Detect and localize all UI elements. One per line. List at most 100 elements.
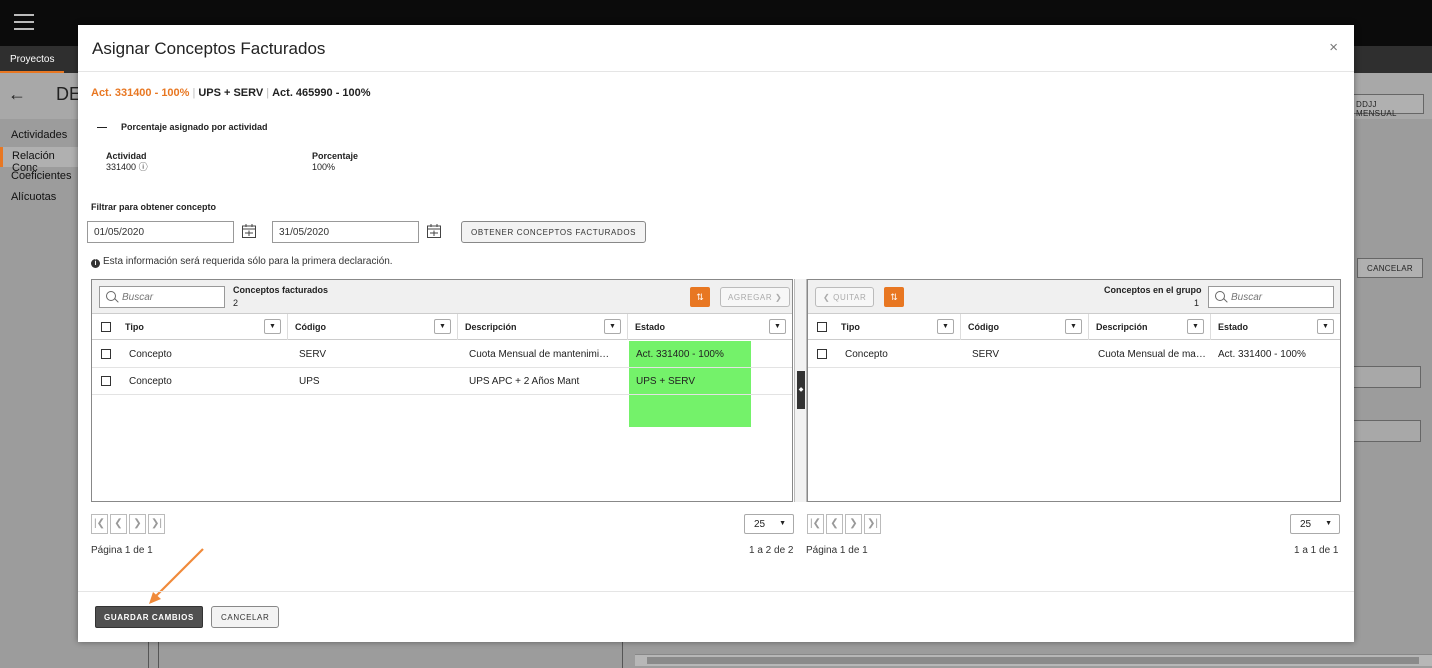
divider bbox=[148, 642, 149, 668]
column-header-descripcion[interactable]: Descripción ▼ bbox=[1089, 314, 1211, 340]
date-to-input[interactable]: 31/05/2020 bbox=[272, 221, 419, 243]
search-placeholder: Buscar bbox=[1231, 292, 1263, 303]
divider bbox=[622, 642, 623, 668]
select-all-checkbox[interactable] bbox=[101, 322, 111, 332]
cell-codigo: UPS bbox=[299, 376, 320, 387]
grid-title: Conceptos en el grupo bbox=[1104, 285, 1202, 295]
filter-icon[interactable]: ⇅ bbox=[690, 287, 710, 307]
percent-label: Porcentaje bbox=[312, 151, 359, 161]
grid-splitter[interactable]: ◆ bbox=[794, 279, 807, 502]
group-concepts-grid: ❮ QUITAR ⇅ Conceptos en el grupo 1 Busca… bbox=[807, 279, 1341, 502]
chevron-down-icon[interactable]: ▼ bbox=[434, 319, 451, 334]
grid-toolbar: ❮ QUITAR ⇅ Conceptos en el grupo 1 Busca… bbox=[808, 280, 1340, 314]
column-header-tipo[interactable]: Tipo ▼ bbox=[118, 314, 288, 340]
chevron-down-icon[interactable]: ▼ bbox=[604, 319, 621, 334]
table-row[interactable]: Concepto SERV Cuota Mensual de mantenimi… bbox=[92, 341, 792, 368]
filter-label: Filtrar para obtener concepto bbox=[91, 202, 217, 212]
remove-button[interactable]: ❮ QUITAR bbox=[815, 287, 875, 307]
search-input[interactable]: Buscar bbox=[99, 286, 225, 308]
close-icon[interactable]: × bbox=[1329, 39, 1338, 56]
grid-count: 1 bbox=[1194, 298, 1200, 308]
info-text: Esta información será requerida sólo par… bbox=[103, 256, 393, 267]
table-row[interactable]: Concepto UPS UPS APC + 2 Años Mant UPS +… bbox=[92, 368, 792, 395]
divider bbox=[78, 71, 1354, 72]
info-icon[interactable]: ⓘ bbox=[139, 162, 148, 172]
summary-item-465990[interactable]: Act. 465990 - 100% bbox=[272, 87, 370, 99]
cell-tipo: Concepto bbox=[129, 349, 172, 360]
cell-tipo: Concepto bbox=[129, 376, 172, 387]
range-indicator: 1 a 2 de 2 bbox=[749, 545, 794, 556]
horizontal-scrollbar[interactable] bbox=[635, 654, 1432, 666]
column-header-row: Tipo ▼ Código ▼ Descripción ▼ Estado ▼ bbox=[92, 314, 792, 340]
filter-icon[interactable]: ⇅ bbox=[884, 287, 904, 307]
save-changes-button[interactable]: GUARDAR CAMBIOS bbox=[95, 606, 203, 628]
chevron-down-icon[interactable]: ▼ bbox=[937, 319, 954, 334]
previous-page-icon[interactable]: ❮ bbox=[826, 514, 843, 534]
cell-estado: Act. 331400 - 100% bbox=[1218, 349, 1306, 360]
chevron-down-icon[interactable]: ▼ bbox=[1065, 319, 1082, 334]
cell-estado: UPS + SERV bbox=[636, 376, 696, 387]
row-checkbox[interactable] bbox=[101, 376, 111, 386]
next-page-icon[interactable]: ❯ bbox=[129, 514, 146, 534]
grid-toolbar: Buscar Conceptos facturados 2 ⇅ AGREGAR … bbox=[92, 280, 792, 314]
column-header-descripcion[interactable]: Descripción ▼ bbox=[458, 314, 628, 340]
summary-active-item[interactable]: Act. 331400 - 100% bbox=[91, 87, 189, 99]
column-header-codigo[interactable]: Código ▼ bbox=[961, 314, 1089, 340]
collapse-section-toggle[interactable]: Porcentaje asignado por actividad bbox=[97, 122, 268, 132]
row-checkbox[interactable] bbox=[101, 349, 111, 359]
select-all-checkbox[interactable] bbox=[817, 322, 827, 332]
divider bbox=[78, 591, 1354, 592]
activity-summary: Act. 331400 - 100% | UPS + SERV | Act. 46599… bbox=[91, 87, 371, 99]
nav-tab-proyectos[interactable]: Proyectos bbox=[0, 46, 65, 73]
cancel-button[interactable]: CANCELAR bbox=[211, 606, 280, 628]
cell-codigo: SERV bbox=[972, 349, 1000, 360]
activity-value: 331400 bbox=[106, 162, 137, 172]
hamburger-menu-icon[interactable] bbox=[14, 14, 34, 35]
row-checkbox[interactable] bbox=[817, 349, 827, 359]
cell-estado: Act. 331400 - 100% bbox=[636, 349, 724, 360]
previous-page-icon[interactable]: ❮ bbox=[110, 514, 127, 534]
cell-descripcion: Cuota Mensual de mantenimiento bbox=[1098, 349, 1206, 360]
obtain-concepts-button[interactable]: OBTENER CONCEPTOS FACTURADOS bbox=[461, 221, 647, 243]
cell-tipo: Concepto bbox=[845, 349, 888, 360]
first-page-icon[interactable]: |❮ bbox=[91, 514, 108, 534]
last-page-icon[interactable]: ❯| bbox=[864, 514, 881, 534]
separator: | bbox=[192, 87, 196, 99]
scrollbar-thumb[interactable] bbox=[647, 657, 1419, 664]
chevron-down-icon[interactable]: ▼ bbox=[264, 319, 281, 334]
column-header-codigo[interactable]: Código ▼ bbox=[288, 314, 458, 340]
calendar-icon[interactable] bbox=[241, 223, 257, 239]
sidebar-item-relacion[interactable]: Relación Conc bbox=[0, 146, 78, 174]
background-input-2[interactable] bbox=[1353, 420, 1421, 442]
summary-item-ups-serv[interactable]: UPS + SERV bbox=[198, 87, 263, 99]
background-input-1[interactable] bbox=[1353, 366, 1421, 388]
background-cancel-button[interactable]: CANCELAR bbox=[1357, 258, 1423, 278]
activity-column: Actividad 331400 ⓘ bbox=[106, 151, 148, 173]
section-title: Porcentaje asignado por actividad bbox=[121, 122, 268, 132]
drag-handle-icon[interactable]: ◆ bbox=[797, 371, 805, 409]
assign-concepts-dialog: Asignar Conceptos Facturados × Act. 3314… bbox=[78, 25, 1354, 642]
calendar-icon[interactable] bbox=[426, 223, 442, 239]
sidebar-item-actividades[interactable]: Actividades bbox=[0, 126, 78, 147]
activity-label: Actividad bbox=[106, 151, 147, 161]
table-row[interactable]: Concepto SERV Cuota Mensual de mantenimi… bbox=[808, 341, 1340, 368]
per-page-select[interactable]: 25 ▼ bbox=[744, 514, 794, 534]
chevron-down-icon[interactable]: ▼ bbox=[1317, 319, 1334, 334]
next-page-icon[interactable]: ❯ bbox=[845, 514, 862, 534]
column-header-estado[interactable]: Estado ▼ bbox=[628, 314, 792, 340]
ddjj-mensual-button[interactable]: DDJJ MENSUAL bbox=[1352, 94, 1424, 118]
last-page-icon[interactable]: ❯| bbox=[148, 514, 165, 534]
column-header-tipo[interactable]: Tipo ▼ bbox=[834, 314, 961, 340]
chevron-down-icon[interactable]: ▼ bbox=[1187, 319, 1204, 334]
sidebar-item-alicuotas[interactable]: Alícuotas bbox=[0, 188, 78, 209]
first-page-icon[interactable]: |❮ bbox=[807, 514, 824, 534]
date-from-input[interactable]: 01/05/2020 bbox=[87, 221, 234, 243]
chevron-down-icon[interactable]: ▼ bbox=[769, 319, 786, 334]
search-input[interactable]: Buscar bbox=[1208, 286, 1334, 308]
back-arrow-icon[interactable]: ← bbox=[8, 84, 26, 105]
per-page-select[interactable]: 25 ▼ bbox=[1290, 514, 1340, 534]
column-header-estado[interactable]: Estado ▼ bbox=[1211, 314, 1340, 340]
search-placeholder: Buscar bbox=[122, 292, 154, 303]
add-button[interactable]: AGREGAR ❯ bbox=[720, 287, 791, 307]
sidebar-item-coeficientes[interactable]: Coeficientes bbox=[0, 167, 78, 188]
